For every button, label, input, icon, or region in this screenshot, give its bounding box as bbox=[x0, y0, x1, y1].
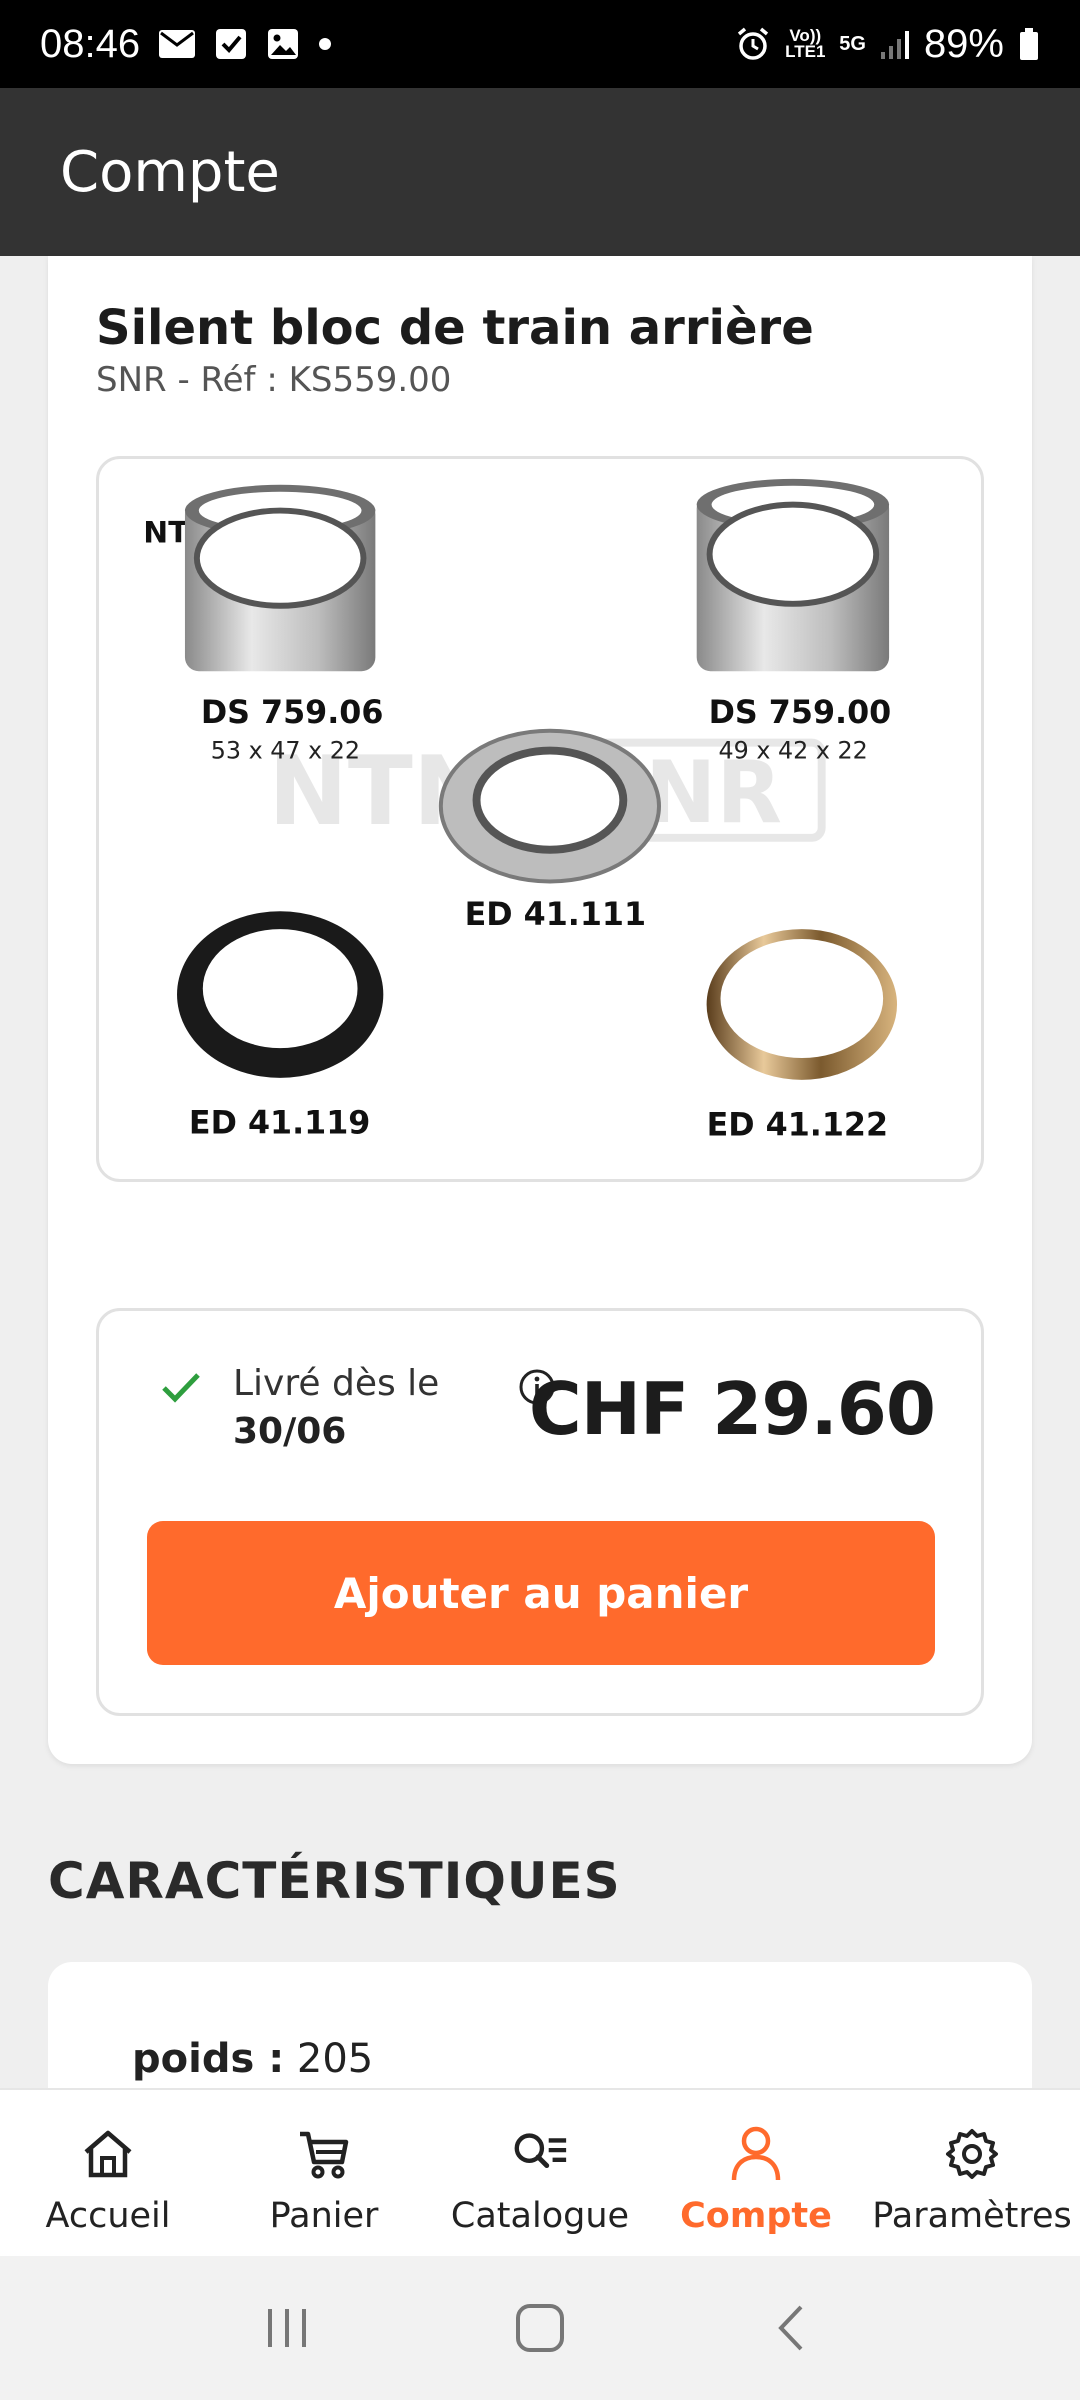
app-bar: Compte bbox=[0, 88, 1080, 256]
checkbox-notification-icon bbox=[214, 27, 248, 61]
nav-item-accueil[interactable]: Accueil bbox=[0, 2090, 216, 2258]
cart-icon bbox=[294, 2124, 354, 2184]
characteristic-value: 205 bbox=[296, 2036, 374, 2082]
battery-percent: 89% bbox=[923, 21, 1004, 66]
nav-label: Accueil bbox=[45, 2196, 171, 2236]
nav-label: Compte bbox=[680, 2196, 832, 2236]
back-button[interactable] bbox=[748, 2283, 838, 2373]
dot-icon bbox=[318, 37, 332, 51]
volte-icon: Vo)) LTE1 bbox=[785, 26, 826, 61]
recent-apps-button[interactable] bbox=[242, 2283, 332, 2373]
settings-icon bbox=[942, 2124, 1002, 2184]
part-code: ED 41.119 bbox=[189, 1105, 370, 1141]
part-code: DS 759.06 bbox=[201, 695, 384, 731]
network-type-icon: 5G bbox=[839, 33, 866, 55]
status-time: 08:46 bbox=[40, 21, 141, 66]
product-image-illustration: NTN SNR NTN SNR bbox=[143, 478, 898, 1143]
part-code: ED 41.122 bbox=[707, 1107, 888, 1143]
bearing-ds-759-00 bbox=[696, 478, 890, 672]
nav-item-compte[interactable]: Compte bbox=[648, 2090, 864, 2258]
home-icon bbox=[78, 2124, 138, 2184]
check-icon bbox=[161, 1371, 201, 1410]
purchase-box: Livré dès le 30/06 CHF 29.60 Ajouter au … bbox=[96, 1308, 984, 1716]
back-chevron-icon bbox=[778, 2305, 803, 2351]
gallery-icon bbox=[266, 27, 300, 61]
product-price: CHF 29.60 bbox=[528, 1367, 936, 1451]
nav-label: Catalogue bbox=[450, 2196, 630, 2236]
seal-ed-41-119 bbox=[177, 911, 384, 1078]
home-square-icon bbox=[515, 2304, 564, 2352]
nav-label: Paramètres bbox=[872, 2196, 1072, 2236]
nav-item-catalogue[interactable]: Catalogue bbox=[432, 2090, 648, 2258]
email-icon bbox=[158, 28, 196, 60]
signal-icon bbox=[880, 28, 910, 60]
catalog-search-icon bbox=[510, 2124, 570, 2184]
status-bar: 08:46 Vo)) LTE1 5G 89% bbox=[0, 0, 1080, 88]
part-dimensions: 53 x 47 x 22 bbox=[211, 737, 360, 765]
characteristic-row: poids : 205 bbox=[132, 2036, 373, 2082]
product-reference: SNR - Réf : KS559.00 bbox=[96, 360, 452, 400]
system-navigation-bar bbox=[0, 2256, 1080, 2400]
nav-item-parametres[interactable]: Paramètres bbox=[864, 2090, 1080, 2258]
cup-ed-41-111 bbox=[438, 728, 661, 884]
recent-apps-icon bbox=[267, 2309, 306, 2347]
delivery-label: Livré dès le bbox=[233, 1363, 440, 1404]
characteristics-heading: CARACTÉRISTIQUES bbox=[48, 1852, 621, 1910]
bottom-navigation: Accueil Panier Catalogue Compte Paramètr… bbox=[0, 2088, 1080, 2256]
nav-label: Panier bbox=[269, 2196, 379, 2236]
part-code: ED 41.111 bbox=[465, 897, 646, 933]
nav-item-panier[interactable]: Panier bbox=[216, 2090, 432, 2258]
page-title: Compte bbox=[60, 139, 280, 205]
alarm-icon bbox=[735, 26, 771, 62]
part-dimensions: 49 x 42 x 22 bbox=[719, 737, 868, 765]
part-code: DS 759.00 bbox=[709, 695, 892, 731]
product-title: Silent bloc de train arrière bbox=[96, 300, 814, 356]
battery-icon bbox=[1018, 27, 1040, 61]
account-icon bbox=[726, 2124, 786, 2184]
ring-ed-41-122 bbox=[706, 929, 898, 1080]
product-image[interactable]: NTN SNR NTN SNR bbox=[96, 456, 984, 1182]
add-to-cart-button[interactable]: Ajouter au panier bbox=[147, 1521, 935, 1665]
delivery-date: 30/06 bbox=[233, 1411, 347, 1452]
bearing-ds-759-06 bbox=[184, 484, 376, 672]
home-button[interactable] bbox=[495, 2283, 585, 2373]
product-card: Silent bloc de train arrière SNR - Réf :… bbox=[48, 256, 1032, 1764]
characteristic-key: poids : bbox=[132, 2036, 285, 2082]
